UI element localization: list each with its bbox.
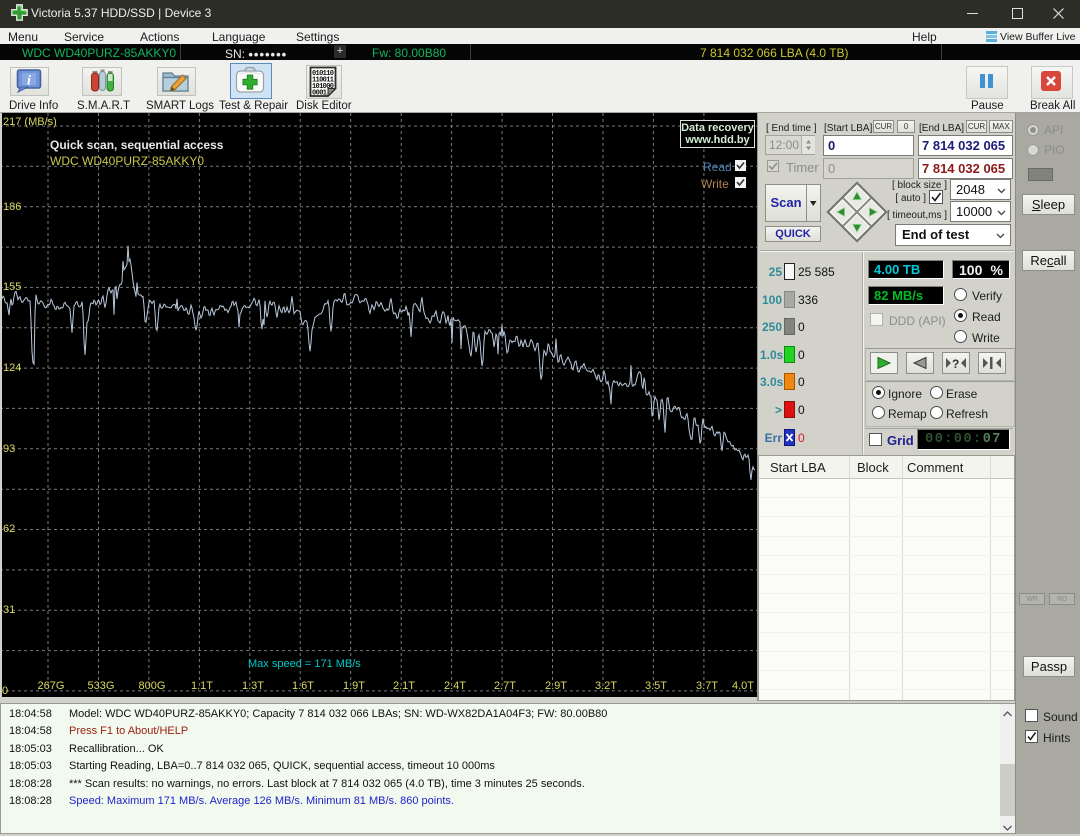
svg-text:i: i (27, 74, 31, 89)
svg-text:0001: 0001 (312, 90, 327, 98)
svg-text:?: ? (952, 357, 959, 371)
